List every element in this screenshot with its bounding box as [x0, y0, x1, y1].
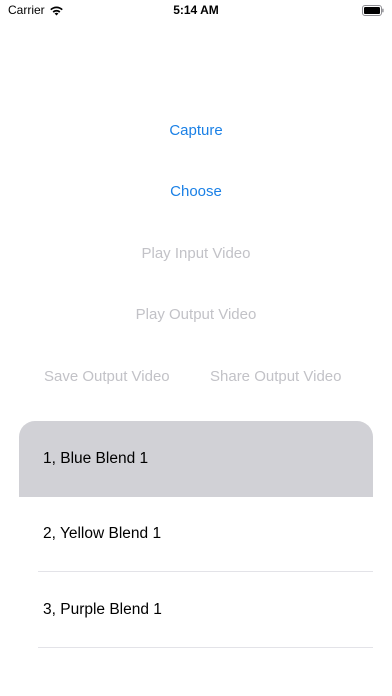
list-item-label: 2, Yellow Blend 1 [43, 525, 162, 543]
list-item-label: 1, Blue Blend 1 [43, 449, 149, 467]
save-output-video-button[interactable]: Save Output Video [44, 368, 170, 385]
list-item[interactable]: 1, Blue Blend 1 [19, 421, 373, 497]
row-separator [38, 646, 373, 648]
status-bar: Carrier 5:14 AM [0, 0, 392, 22]
play-input-video-button[interactable]: Play Input Video [0, 245, 392, 262]
play-output-video-button[interactable]: Play Output Video [0, 306, 392, 323]
choose-button[interactable]: Choose [0, 183, 392, 200]
list-item[interactable]: 3, Purple Blend 1 [19, 572, 373, 648]
list-item[interactable]: 2, Yellow Blend 1 [19, 497, 373, 572]
share-output-video-button[interactable]: Share Output Video [210, 368, 341, 385]
list-item-label: 3, Purple Blend 1 [43, 600, 162, 618]
blend-list: 1, Blue Blend 1 2, Yellow Blend 1 3, Pur… [19, 421, 373, 696]
capture-button[interactable]: Capture [0, 122, 392, 139]
battery-icon [362, 5, 384, 16]
status-time: 5:14 AM [173, 3, 219, 17]
